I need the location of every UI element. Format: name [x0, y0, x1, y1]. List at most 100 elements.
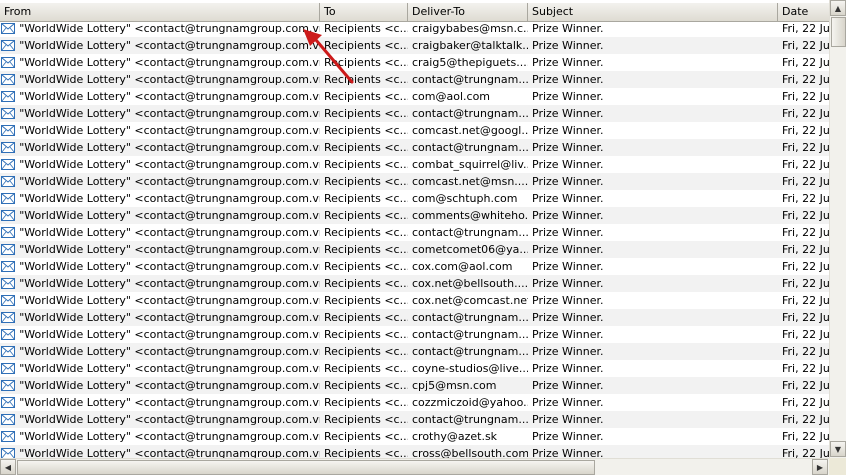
cell-date: Fri, 22 Jul: [782, 311, 829, 324]
table-row[interactable]: "WorldWide Lottery" <contact@trungnamgro…: [0, 309, 829, 326]
cell-to: Recipients <c...: [324, 73, 408, 86]
envelope-icon: [0, 207, 15, 224]
cell-deliver-to: comcast.net@googl...: [412, 124, 528, 137]
cell-subject: Prize Winner.: [532, 311, 604, 324]
table-row[interactable]: "WorldWide Lottery" <contact@trungnamgro…: [0, 275, 829, 292]
table-row[interactable]: "WorldWide Lottery" <contact@trungnamgro…: [0, 37, 829, 54]
table-row[interactable]: "WorldWide Lottery" <contact@trungnamgro…: [0, 105, 829, 122]
cell-date: Fri, 22 Jul: [782, 396, 829, 409]
table-row[interactable]: "WorldWide Lottery" <contact@trungnamgro…: [0, 190, 829, 207]
column-header-date[interactable]: Date: [778, 3, 829, 21]
table-row[interactable]: "WorldWide Lottery" <contact@trungnamgro…: [0, 20, 829, 37]
cell-date: Fri, 22 Jul: [782, 260, 829, 273]
table-row[interactable]: "WorldWide Lottery" <contact@trungnamgro…: [0, 71, 829, 88]
envelope-icon: [0, 37, 15, 54]
cell-from: "WorldWide Lottery" <contact@trungnamgro…: [0, 139, 320, 156]
envelope-icon: [0, 326, 15, 343]
cell-date: Fri, 22 Jul: [782, 209, 829, 222]
cell-to: Recipients <c...: [324, 362, 408, 375]
table-row[interactable]: "WorldWide Lottery" <contact@trungnamgro…: [0, 173, 829, 190]
cell-from-text: "WorldWide Lottery" <contact@trungnamgro…: [19, 345, 320, 358]
cell-from-text: "WorldWide Lottery" <contact@trungnamgro…: [19, 39, 320, 52]
vertical-scrollbar[interactable]: ▲ ▼: [829, 0, 846, 458]
cell-subject: Prize Winner.: [532, 447, 604, 459]
table-row[interactable]: "WorldWide Lottery" <contact@trungnamgro…: [0, 377, 829, 394]
table-row[interactable]: "WorldWide Lottery" <contact@trungnamgro…: [0, 360, 829, 377]
column-header-from[interactable]: From: [0, 3, 320, 21]
table-row[interactable]: "WorldWide Lottery" <contact@trungnamgro…: [0, 326, 829, 343]
table-row[interactable]: "WorldWide Lottery" <contact@trungnamgro…: [0, 428, 829, 445]
envelope-icon: [0, 224, 15, 241]
horizontal-scrollbar[interactable]: ◀ ▶: [0, 458, 829, 475]
table-row[interactable]: "WorldWide Lottery" <contact@trungnamgro…: [0, 139, 829, 156]
cell-from-text: "WorldWide Lottery" <contact@trungnamgro…: [19, 209, 320, 222]
cell-from: "WorldWide Lottery" <contact@trungnamgro…: [0, 156, 320, 173]
cell-to: Recipients <c...: [324, 328, 408, 341]
envelope-icon: [0, 139, 15, 156]
column-header-subject[interactable]: Subject: [528, 3, 778, 21]
horizontal-scroll-thumb[interactable]: [17, 460, 595, 475]
scroll-left-icon[interactable]: ◀: [0, 459, 16, 475]
table-row[interactable]: "WorldWide Lottery" <contact@trungnamgro…: [0, 224, 829, 241]
column-header-row: From To Deliver-To Subject Date: [0, 2, 829, 22]
cell-from: "WorldWide Lottery" <contact@trungnamgro…: [0, 275, 320, 292]
cell-to: Recipients <c...: [324, 260, 408, 273]
cell-subject: Prize Winner.: [532, 396, 604, 409]
cell-subject: Prize Winner.: [532, 141, 604, 154]
cell-from-text: "WorldWide Lottery" <contact@trungnamgro…: [19, 413, 320, 426]
cell-from: "WorldWide Lottery" <contact@trungnamgro…: [0, 241, 320, 258]
column-header-deliver-to[interactable]: Deliver-To: [408, 3, 528, 21]
cell-from-text: "WorldWide Lottery" <contact@trungnamgro…: [19, 73, 320, 86]
cell-subject: Prize Winner.: [532, 328, 604, 341]
table-row[interactable]: "WorldWide Lottery" <contact@trungnamgro…: [0, 411, 829, 428]
cell-to: Recipients <c...: [324, 90, 408, 103]
cell-date: Fri, 22 Jul: [782, 192, 829, 205]
cell-to: Recipients <c...: [324, 277, 408, 290]
column-header-to[interactable]: To: [320, 3, 408, 21]
cell-date: Fri, 22 Jul: [782, 175, 829, 188]
table-row[interactable]: "WorldWide Lottery" <contact@trungnamgro…: [0, 445, 829, 459]
cell-deliver-to: cometcomet06@ya...: [412, 243, 528, 256]
scroll-down-icon[interactable]: ▼: [830, 441, 846, 457]
cell-from-text: "WorldWide Lottery" <contact@trungnamgro…: [19, 141, 320, 154]
cell-from-text: "WorldWide Lottery" <contact@trungnamgro…: [19, 447, 320, 459]
cell-from-text: "WorldWide Lottery" <contact@trungnamgro…: [19, 192, 320, 205]
table-row[interactable]: "WorldWide Lottery" <contact@trungnamgro…: [0, 292, 829, 309]
cell-to: Recipients <c...: [324, 396, 408, 409]
cell-from-text: "WorldWide Lottery" <contact@trungnamgro…: [19, 260, 320, 273]
cell-deliver-to: combat_squirrel@liv...: [412, 158, 528, 171]
cell-from: "WorldWide Lottery" <contact@trungnamgro…: [0, 258, 320, 275]
cell-from: "WorldWide Lottery" <contact@trungnamgro…: [0, 105, 320, 122]
cell-to: Recipients <c...: [324, 175, 408, 188]
table-row[interactable]: "WorldWide Lottery" <contact@trungnamgro…: [0, 207, 829, 224]
cell-date: Fri, 22 Jul: [782, 243, 829, 256]
envelope-icon: [0, 190, 15, 207]
cell-from-text: "WorldWide Lottery" <contact@trungnamgro…: [19, 226, 320, 239]
cell-to: Recipients <c...: [324, 430, 408, 443]
cell-date: Fri, 22 Jul: [782, 73, 829, 86]
cell-subject: Prize Winner.: [532, 158, 604, 171]
table-row[interactable]: "WorldWide Lottery" <contact@trungnamgro…: [0, 54, 829, 71]
vertical-scroll-thumb[interactable]: [831, 17, 846, 47]
table-row[interactable]: "WorldWide Lottery" <contact@trungnamgro…: [0, 343, 829, 360]
cell-date: Fri, 22 Jul: [782, 56, 829, 69]
cell-to: Recipients <c...: [324, 22, 408, 35]
cell-from-text: "WorldWide Lottery" <contact@trungnamgro…: [19, 107, 320, 120]
table-row[interactable]: "WorldWide Lottery" <contact@trungnamgro…: [0, 394, 829, 411]
envelope-icon: [0, 292, 15, 309]
cell-to: Recipients <c...: [324, 107, 408, 120]
cell-from: "WorldWide Lottery" <contact@trungnamgro…: [0, 54, 320, 71]
cell-from: "WorldWide Lottery" <contact@trungnamgro…: [0, 428, 320, 445]
cell-from: "WorldWide Lottery" <contact@trungnamgro…: [0, 37, 320, 54]
cell-from-text: "WorldWide Lottery" <contact@trungnamgro…: [19, 294, 320, 307]
table-row[interactable]: "WorldWide Lottery" <contact@trungnamgro…: [0, 156, 829, 173]
cell-from-text: "WorldWide Lottery" <contact@trungnamgro…: [19, 175, 320, 188]
scroll-right-icon[interactable]: ▶: [812, 459, 828, 475]
table-row[interactable]: "WorldWide Lottery" <contact@trungnamgro…: [0, 241, 829, 258]
table-row[interactable]: "WorldWide Lottery" <contact@trungnamgro…: [0, 122, 829, 139]
cell-deliver-to: cpj5@msn.com: [412, 379, 497, 392]
scroll-up-icon[interactable]: ▲: [830, 0, 846, 16]
table-row[interactable]: "WorldWide Lottery" <contact@trungnamgro…: [0, 88, 829, 105]
cell-from: "WorldWide Lottery" <contact@trungnamgro…: [0, 122, 320, 139]
table-row[interactable]: "WorldWide Lottery" <contact@trungnamgro…: [0, 258, 829, 275]
